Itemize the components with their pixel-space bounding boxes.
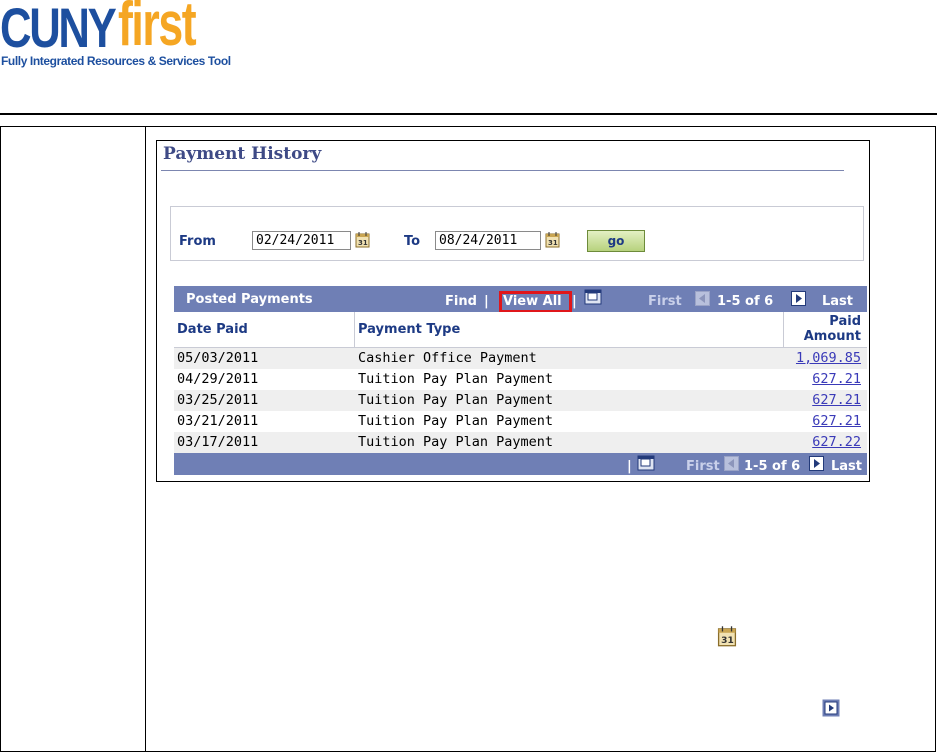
go-button[interactable]: go xyxy=(587,230,645,252)
to-label: To xyxy=(404,234,421,249)
row-amount-link[interactable]: 627.21 xyxy=(812,392,861,408)
last-link[interactable]: Last xyxy=(831,459,862,474)
logo-tagline: Fully Integrated Resources & Services To… xyxy=(1,54,231,68)
table-row: 03/25/2011 Tuition Pay Plan Payment 627.… xyxy=(174,390,867,411)
calendar-icon: 31 xyxy=(717,626,737,647)
row-date: 05/03/2011 xyxy=(177,350,259,366)
from-date-input[interactable] xyxy=(252,231,351,250)
row-date: 04/29/2011 xyxy=(177,371,259,387)
table-row: 03/21/2011 Tuition Pay Plan Payment 627.… xyxy=(174,411,867,432)
zoom-window-icon[interactable] xyxy=(584,289,602,305)
row-date: 03/17/2011 xyxy=(177,434,259,450)
title-rule xyxy=(161,170,844,171)
table-row: 05/03/2011 Cashier Office Payment 1,069.… xyxy=(174,348,867,369)
first-link[interactable]: First xyxy=(648,294,682,309)
page-title: Payment History xyxy=(163,144,322,164)
payment-history-screenshot: Payment History From 31 To 31 go Posted … xyxy=(156,140,870,482)
col-paid-amount-line2[interactable]: Amount xyxy=(804,329,861,344)
header-rule xyxy=(0,113,937,115)
grid-footer: | First 1-5 of 6 Last xyxy=(174,453,867,475)
arrow-left-icon[interactable] xyxy=(724,456,739,471)
last-link[interactable]: Last xyxy=(822,294,853,309)
grid-separator: | xyxy=(627,459,632,474)
zoom-window-icon[interactable] xyxy=(637,455,655,471)
row-date: 03/21/2011 xyxy=(177,413,259,429)
col-payment-type[interactable]: Payment Type xyxy=(358,322,460,337)
column-separator xyxy=(354,312,355,347)
to-date-input[interactable] xyxy=(435,231,541,250)
grid-separator: | xyxy=(572,294,577,309)
calendar-icon[interactable]: 31 xyxy=(355,231,370,248)
row-type: Tuition Pay Plan Payment xyxy=(358,413,554,429)
grid-title: Posted Payments xyxy=(186,292,313,307)
col-paid-amount[interactable]: Paid xyxy=(829,314,861,329)
find-link[interactable]: Find xyxy=(445,294,477,309)
row-amount-link[interactable]: 627.21 xyxy=(812,371,861,387)
row-type: Tuition Pay Plan Payment xyxy=(358,371,554,387)
logo-first-text: first xyxy=(118,0,197,59)
calendar-icon[interactable]: 31 xyxy=(545,231,560,248)
logo-cuny-text: CUNY xyxy=(0,0,117,59)
range-label: 1-5 of 6 xyxy=(717,294,774,309)
view-all-highlight xyxy=(499,291,572,313)
row-date: 03/25/2011 xyxy=(177,392,259,408)
cunyfirst-logo: CUNY first Fully Integrated Resources & … xyxy=(0,0,240,70)
arrow-left-icon[interactable] xyxy=(695,291,710,306)
row-type: Tuition Pay Plan Payment xyxy=(358,434,554,450)
row-amount-link[interactable]: 627.22 xyxy=(812,434,861,450)
column-separator xyxy=(783,312,784,347)
row-amount-link[interactable]: 627.21 xyxy=(812,413,861,429)
grid-header: Posted Payments Find | View All | First … xyxy=(174,286,867,313)
row-amount-link[interactable]: 1,069.85 xyxy=(796,350,861,366)
posted-payments-grid: Posted Payments Find | View All | First … xyxy=(174,286,867,475)
arrow-right-icon[interactable] xyxy=(809,456,824,471)
date-search-box: From 31 To 31 go xyxy=(170,206,864,261)
arrow-right-icon xyxy=(822,699,840,717)
table-row: 04/29/2011 Tuition Pay Plan Payment 627.… xyxy=(174,369,867,390)
table-row: 03/17/2011 Tuition Pay Plan Payment 627.… xyxy=(174,432,867,453)
from-label: From xyxy=(179,234,216,249)
row-type: Cashier Office Payment xyxy=(358,350,537,366)
svg-text:31: 31 xyxy=(548,239,558,247)
col-date-paid[interactable]: Date Paid xyxy=(177,322,248,337)
grid-separator: | xyxy=(484,294,489,309)
first-link[interactable]: First xyxy=(686,459,720,474)
grid-column-headers: Date Paid Payment Type Paid Amount xyxy=(174,312,867,348)
document-table-divider xyxy=(145,126,146,752)
grid-rows: 05/03/2011 Cashier Office Payment 1,069.… xyxy=(174,348,867,453)
svg-text:31: 31 xyxy=(721,636,734,646)
range-label: 1-5 of 6 xyxy=(744,459,801,474)
arrow-right-icon[interactable] xyxy=(791,291,806,306)
svg-text:31: 31 xyxy=(358,239,368,247)
row-type: Tuition Pay Plan Payment xyxy=(358,392,554,408)
